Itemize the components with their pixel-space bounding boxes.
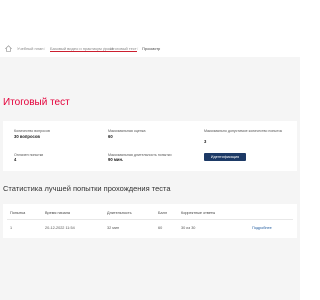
questions-value: 30 вопросов — [14, 134, 40, 139]
column-header-attempt: Попытка — [10, 211, 26, 215]
column-header-correct-answers: Корректные ответы — [181, 211, 216, 215]
content-area — [0, 57, 300, 300]
attempts-label: Оплачен попытки — [14, 153, 44, 157]
stats-table — [3, 204, 297, 238]
stats-title: Статистика лучшей попытки прохождения те… — [3, 184, 171, 193]
breadcrumb: Учебный план / Базовый видео и практикум… — [0, 41, 300, 58]
max-attempts-value: 3 — [204, 139, 207, 144]
breadcrumb-separator: / — [104, 46, 106, 51]
max-attempts-label: Максимально допустимое количество попыто… — [204, 129, 283, 133]
table-divider — [7, 219, 293, 220]
column-header-score: Балл — [158, 211, 168, 215]
table-cell-correct-answers: 30 из 30 — [181, 226, 196, 230]
questions-label: Количество вопросов — [14, 129, 50, 133]
home-icon[interactable] — [5, 45, 12, 52]
max-score-label: Максимальная оценка — [108, 129, 146, 133]
table-cell-score: 60 — [158, 226, 163, 230]
breadcrumb-separator: / — [137, 46, 139, 51]
breadcrumb-item-view: Просмотр — [142, 46, 161, 51]
attempts-value: 4 — [14, 157, 17, 162]
breadcrumb-separator: / — [44, 46, 46, 51]
breadcrumb-item-study-plan[interactable]: Учебный план — [17, 46, 43, 51]
table-cell-duration: 32 мин — [107, 226, 120, 230]
table-cell-start-time: 20-12-2022 11:54 — [45, 226, 75, 230]
column-header-duration: Длительность — [107, 211, 132, 215]
max-score-value: 60 — [108, 134, 113, 139]
breadcrumb-item-final-test[interactable]: Итоговый тест — [110, 46, 137, 52]
identification-button[interactable]: Идентификация — [204, 153, 246, 161]
page-title: Итоговый тест — [3, 97, 70, 108]
max-duration-value: 90 мин. — [108, 157, 124, 162]
table-cell-attempt: 1 — [10, 226, 13, 230]
details-link[interactable]: Подробнее — [252, 226, 272, 230]
column-header-start-time: Время начала — [45, 211, 71, 215]
